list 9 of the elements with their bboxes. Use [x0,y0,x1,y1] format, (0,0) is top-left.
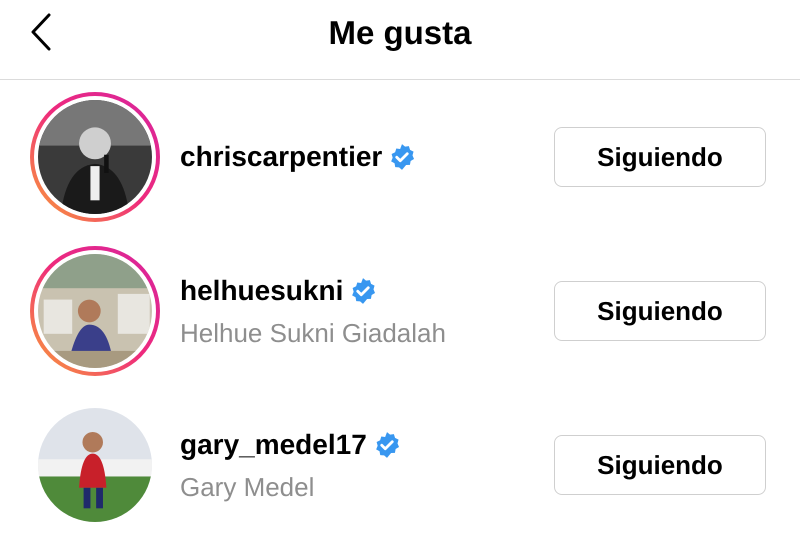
following-button[interactable]: Siguiendo [554,127,766,187]
page-title: Me gusta [328,12,472,53]
following-button[interactable]: Siguiendo [554,281,766,341]
username[interactable]: gary_medel17 [180,424,367,466]
full-name: Helhue Sukni Giadalah [180,316,447,350]
username[interactable]: chriscarpentier [180,136,382,178]
following-button[interactable]: Siguiendo [554,435,766,495]
full-name: Gary Medel [180,470,316,504]
username[interactable]: helhuesukni [180,270,344,312]
